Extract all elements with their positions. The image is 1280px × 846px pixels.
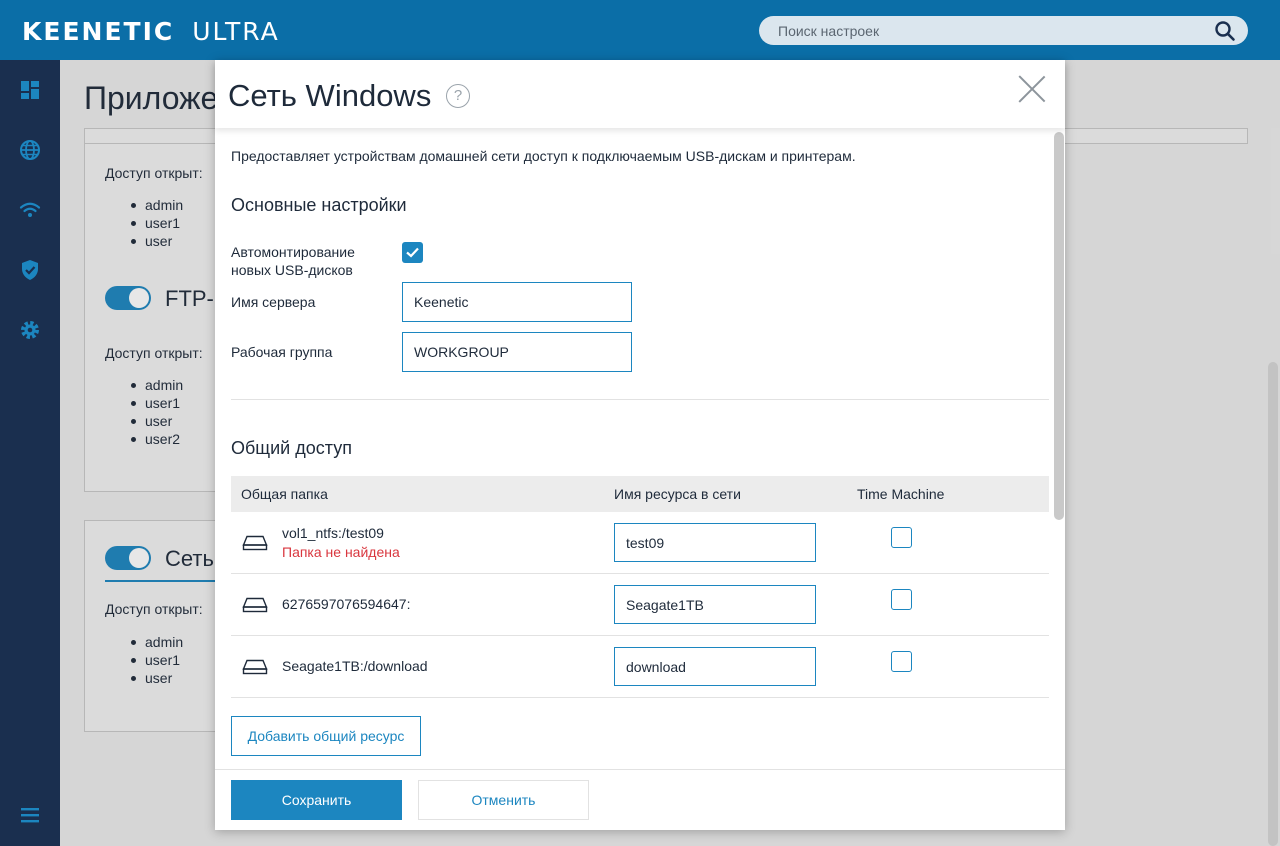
disk-icon [242,597,268,613]
dialog-header: Сеть Windows ? [215,60,1065,128]
dashboard-icon[interactable] [18,78,42,102]
gear-icon[interactable] [18,318,42,342]
divider [231,399,1049,400]
footer-divider [215,769,1065,770]
share-name-input[interactable] [614,585,816,624]
folder-path: 6276597076594647: [282,596,411,612]
column-header: Общая папка [241,486,328,502]
windows-network-dialog: Сеть Windows ? Предоставляет устройствам… [215,60,1065,830]
folder-error: Папка не найдена [282,544,400,560]
brand-logo[interactable]: KEENETIC ULTRA [22,16,280,46]
top-bar: KEENETIC ULTRA [0,0,1280,60]
close-icon[interactable] [1017,74,1047,104]
automount-checkbox[interactable] [402,242,423,263]
page-scrollbar[interactable] [1268,362,1278,846]
share-name-input[interactable] [614,647,816,686]
shares-table-header: Общая папка Имя ресурса в сети Time Mach… [231,476,1049,512]
shield-icon[interactable] [18,258,42,282]
workgroup-input[interactable] [402,332,632,372]
help-icon[interactable]: ? [446,84,470,108]
brand-model: ULTRA [192,16,280,46]
search-box [759,16,1248,45]
checkmark-icon [406,247,419,258]
globe-icon[interactable] [18,138,42,162]
folder-path: Seagate1TB:/download [282,658,428,674]
table-row: 6276597076594647: [231,574,1049,636]
column-header: Имя ресурса в сети [614,486,741,502]
folder-path: vol1_ntfs:/test09 [282,525,384,541]
dialog-description: Предоставляет устройствам домашней сети … [231,148,856,164]
wifi-icon[interactable] [18,198,42,222]
dialog-scrollbar[interactable] [1054,132,1064,520]
section-title-sharing: Общий доступ [231,438,352,458]
disk-icon [242,659,268,675]
section-title-basic: Основные настройки [231,195,407,215]
menu-icon[interactable] [18,803,42,827]
table-row: Seagate1TB:/download [231,636,1049,698]
brand-primary: KEENETIC [22,16,175,46]
share-name-input[interactable] [614,523,816,562]
automount-label: Автомонтирование новых USB-дисков [231,244,355,278]
search-input[interactable] [759,16,1199,45]
cancel-button[interactable]: Отменить [418,780,589,820]
server-name-input[interactable] [402,282,632,322]
workgroup-label: Рабочая группа [231,344,333,360]
time-machine-checkbox[interactable] [891,527,912,548]
time-machine-checkbox[interactable] [891,651,912,672]
server-name-label: Имя сервера [231,294,316,310]
save-button[interactable]: Сохранить [231,780,402,820]
sidebar [0,60,60,846]
add-share-button[interactable]: Добавить общий ресурс [231,716,421,756]
dialog-title: Сеть Windows [228,78,432,113]
time-machine-checkbox[interactable] [891,589,912,610]
table-row: vol1_ntfs:/test09 Папка не найдена [231,512,1049,574]
search-icon[interactable] [1214,20,1236,42]
column-header: Time Machine [857,486,945,502]
disk-icon [242,535,268,551]
